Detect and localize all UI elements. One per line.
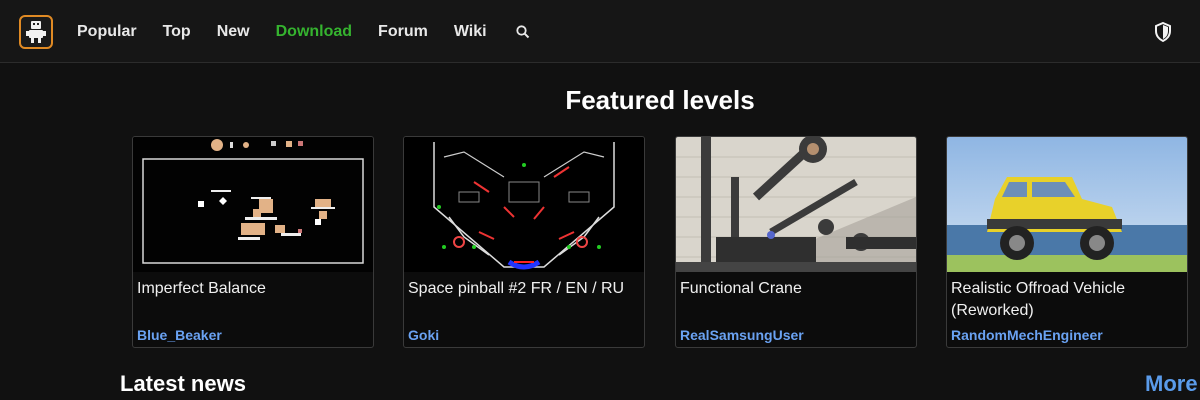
latest-news-title: Latest news xyxy=(120,371,246,396)
main-nav: Popular Top New Download Forum Wiki xyxy=(77,0,531,63)
top-navbar: Popular Top New Download Forum Wiki xyxy=(0,0,1200,63)
nav-new[interactable]: New xyxy=(217,23,250,41)
nav-forum[interactable]: Forum xyxy=(378,23,428,41)
robot-logo-icon[interactable] xyxy=(19,15,53,49)
nav-top[interactable]: Top xyxy=(163,23,191,41)
level-title[interactable]: Space pinball #2 FR / EN / RU xyxy=(408,278,640,300)
level-title[interactable]: Realistic Offroad Vehicle (Reworked) xyxy=(951,278,1183,322)
featured-levels-title: Featured levels xyxy=(565,85,755,115)
level-thumbnail[interactable] xyxy=(133,137,373,272)
nav-popular[interactable]: Popular xyxy=(77,23,137,41)
level-author[interactable]: Blue_Beaker xyxy=(137,327,222,343)
level-card[interactable]: Functional Crane RealSamsungUser xyxy=(675,136,917,348)
level-card[interactable]: Realistic Offroad Vehicle (Reworked) Ran… xyxy=(946,136,1188,348)
level-author[interactable]: RandomMechEngineer xyxy=(951,327,1103,343)
nav-download[interactable]: Download xyxy=(276,23,352,41)
nav-wiki[interactable]: Wiki xyxy=(454,23,487,41)
level-card[interactable]: Space pinball #2 FR / EN / RU Goki xyxy=(403,136,645,348)
search-icon[interactable] xyxy=(515,24,531,40)
more-news-link[interactable]: More xyxy=(1145,371,1198,397)
level-card[interactable]: Imperfect Balance Blue_Beaker xyxy=(132,136,374,348)
level-author[interactable]: Goki xyxy=(408,327,439,343)
level-author[interactable]: RealSamsungUser xyxy=(680,327,804,343)
level-thumbnail[interactable] xyxy=(947,137,1187,272)
level-thumbnail[interactable] xyxy=(676,137,916,272)
level-thumbnail[interactable] xyxy=(404,137,644,272)
level-title[interactable]: Imperfect Balance xyxy=(137,278,369,300)
shield-icon[interactable] xyxy=(1154,21,1172,43)
level-title[interactable]: Functional Crane xyxy=(680,278,912,300)
